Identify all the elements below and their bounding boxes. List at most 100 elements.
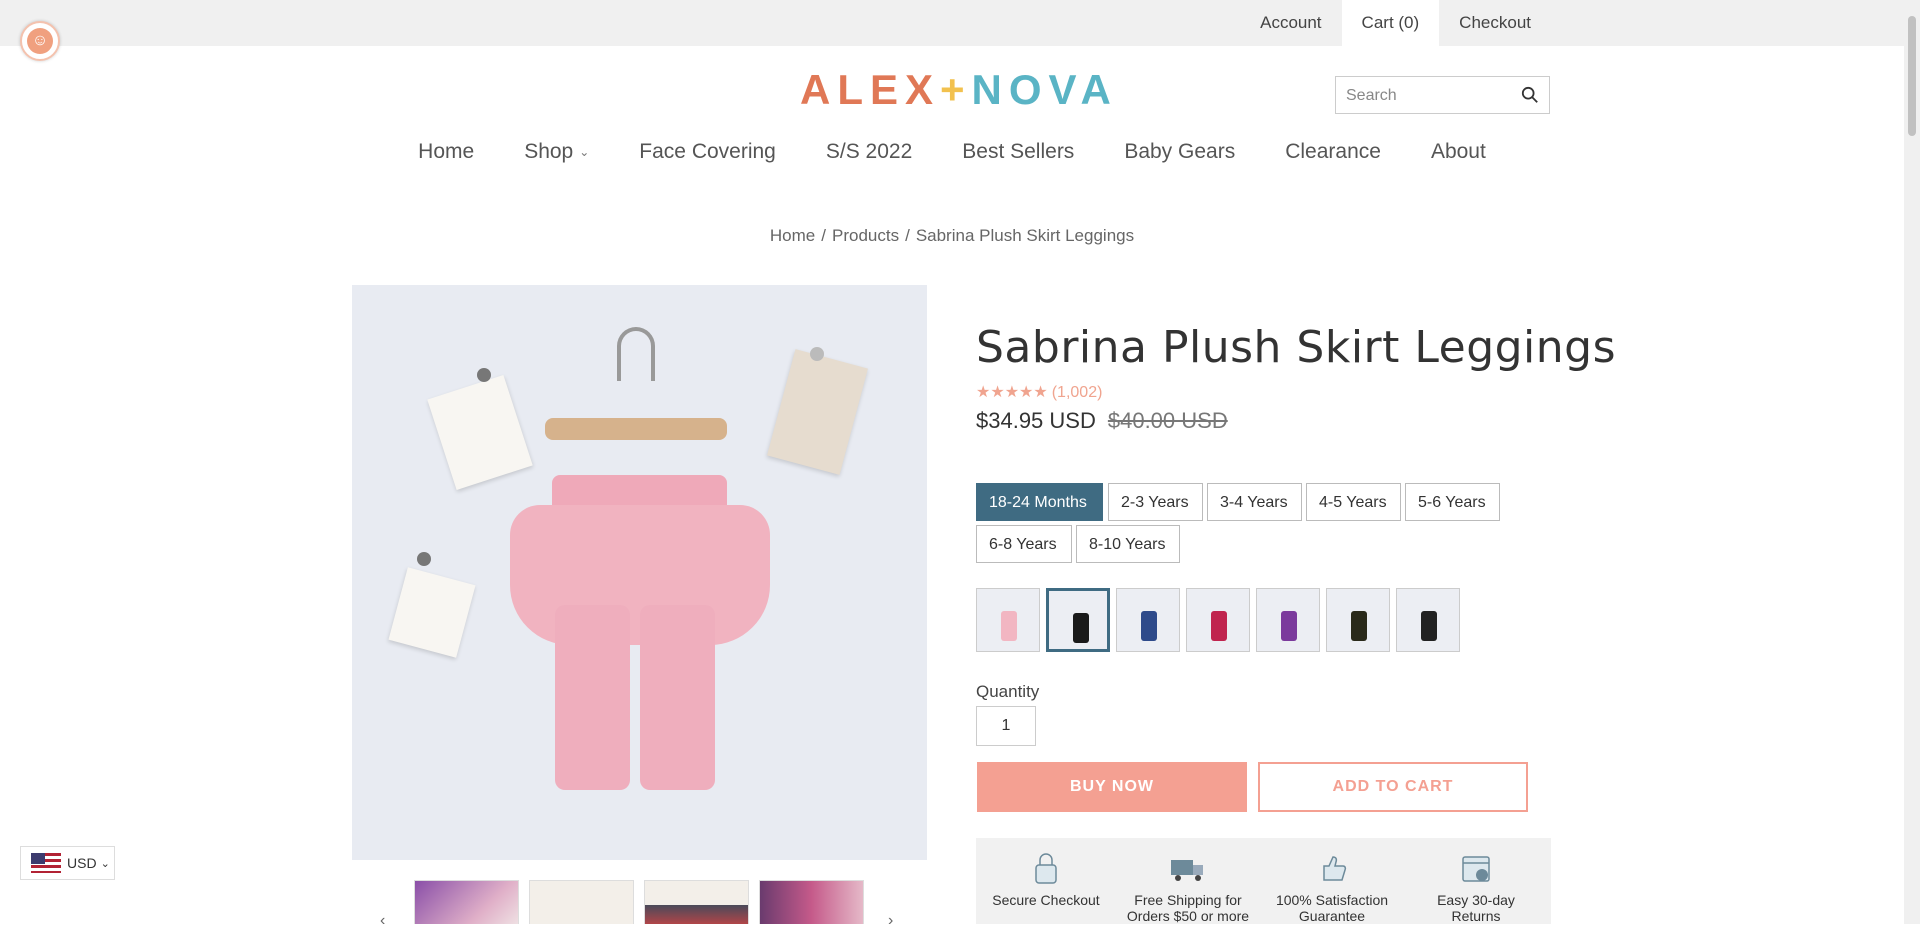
pin	[477, 368, 491, 382]
breadcrumb: Home / Products / Sabrina Plush Skirt Leggin…	[0, 226, 1904, 246]
page-scrollbar[interactable]	[1904, 0, 1920, 924]
breadcrumb-current: Sabrina Plush Skirt Leggings	[915, 226, 1135, 245]
thumbnail-strip	[372, 880, 892, 924]
account-link[interactable]: Account	[1240, 0, 1341, 46]
currency-code: USD	[67, 855, 97, 871]
size-option[interactable]: 4-5 Years	[1306, 483, 1401, 521]
nav-shop[interactable]: Shop ⌄	[524, 140, 589, 164]
main-nav: Home Shop ⌄ Face Covering S/S 2022 Best S…	[0, 140, 1904, 164]
breadcrumb-products[interactable]: Products	[832, 226, 899, 245]
thumbnail[interactable]	[759, 880, 864, 924]
quantity-label: Quantity	[976, 682, 1040, 701]
trust-item: 100% Satisfaction Guarantee	[1262, 848, 1402, 924]
trust-line1: Easy 30-day	[1437, 892, 1515, 908]
logo-plus: +	[940, 66, 972, 113]
pin	[417, 552, 431, 566]
nav-best-sellers[interactable]: Best Sellers	[962, 140, 1074, 164]
add-to-cart-button[interactable]: ADD TO CART	[1258, 762, 1528, 812]
breadcrumb-sep: /	[905, 226, 910, 245]
nav-ss-2022[interactable]: S/S 2022	[826, 140, 912, 164]
search-input[interactable]: Search	[1335, 76, 1550, 114]
swatch-preview	[1351, 611, 1367, 641]
quantity-input[interactable]: 1	[976, 706, 1036, 746]
trust-line2: Guarantee	[1298, 908, 1366, 924]
hanger-hook	[617, 327, 655, 381]
trust-line1: Secure Checkout	[992, 892, 1100, 908]
truck-icon	[1171, 860, 1203, 881]
trust-item: Secure Checkout	[976, 848, 1116, 908]
hanger-bar	[545, 418, 727, 440]
price: $34.95 USD $40.00 USD	[976, 408, 1228, 434]
swatch-preview	[1211, 611, 1227, 641]
top-bar: Account Cart (0) Checkout	[0, 0, 1904, 46]
nav-face-covering[interactable]: Face Covering	[639, 140, 776, 164]
decor-card-text	[427, 374, 533, 491]
nav-home[interactable]: Home	[418, 140, 474, 164]
color-swatch[interactable]	[1186, 588, 1250, 652]
color-swatch[interactable]	[976, 588, 1040, 652]
cart-link[interactable]: Cart (0)	[1341, 0, 1440, 46]
color-swatch[interactable]	[1256, 588, 1320, 652]
trust-line1: 100% Satisfaction	[1275, 892, 1389, 908]
product-title: Sabrina Plush Skirt Leggings	[976, 322, 1617, 373]
pin	[810, 347, 824, 361]
thumbs-up-icon	[1323, 856, 1347, 881]
breadcrumb-sep: /	[821, 226, 826, 245]
color-swatch[interactable]	[1116, 588, 1180, 652]
trust-badges: Secure Checkout Free Shipping for Orders…	[976, 838, 1551, 924]
size-option[interactable]: 3-4 Years	[1207, 483, 1302, 521]
nav-baby-gears[interactable]: Baby Gears	[1124, 140, 1235, 164]
swatch-preview	[1141, 611, 1157, 641]
logo-part1: ALEX	[800, 66, 941, 113]
logo-part2: NOVA	[971, 66, 1118, 113]
product-main-image[interactable]	[352, 285, 927, 860]
search-icon[interactable]	[1521, 86, 1539, 104]
swatch-preview	[1421, 611, 1437, 641]
trust-item: Free Shipping for Orders $50 or more	[1118, 848, 1258, 924]
checkout-link[interactable]: Checkout	[1439, 0, 1551, 46]
current-price: $34.95 USD	[976, 408, 1096, 433]
decor-card-bear	[388, 567, 476, 658]
breadcrumb-home[interactable]: Home	[770, 226, 815, 245]
accessibility-icon: ☺	[27, 28, 53, 54]
trust-line2: Returns	[1451, 908, 1501, 924]
review-count: (1,002)	[1051, 384, 1103, 401]
rating[interactable]: ★★★★★ (1,002)	[976, 382, 1102, 402]
thumb-next-arrow[interactable]: ›	[888, 912, 893, 930]
site-logo[interactable]: ALEX+NOVA	[800, 66, 1111, 114]
swatch-preview	[1001, 611, 1017, 641]
color-swatch[interactable]	[1046, 588, 1110, 652]
lock-icon	[1035, 853, 1057, 884]
scrollbar-thumb[interactable]	[1908, 16, 1916, 136]
us-flag-icon	[31, 853, 61, 873]
color-swatch[interactable]	[1396, 588, 1460, 652]
color-swatch[interactable]	[1326, 588, 1390, 652]
size-option[interactable]: 18-24 Months	[976, 483, 1103, 521]
nav-about[interactable]: About	[1431, 140, 1486, 164]
trust-line2: Orders $50 or more	[1126, 908, 1250, 924]
calendar-icon	[1462, 856, 1490, 882]
buy-now-button[interactable]: BUY NOW	[977, 762, 1247, 812]
nav-clearance[interactable]: Clearance	[1285, 140, 1381, 164]
trust-item: Easy 30-day Returns	[1406, 848, 1546, 924]
swatch-preview	[1281, 611, 1297, 641]
size-option[interactable]: 6-8 Years	[976, 525, 1072, 563]
rating-stars: ★★★★★	[976, 384, 1048, 401]
chevron-down-icon: ⌄	[100, 857, 110, 870]
thumbnail[interactable]	[414, 880, 519, 924]
size-option[interactable]: 8-10 Years	[1076, 525, 1180, 563]
currency-selector[interactable]: USD ⌄	[20, 846, 115, 880]
swatch-preview	[1073, 613, 1089, 643]
trust-line1: Free Shipping for	[1134, 892, 1242, 908]
search-placeholder: Search	[1346, 87, 1397, 104]
size-option[interactable]: 5-6 Years	[1405, 483, 1500, 521]
nav-shop-label: Shop	[524, 140, 574, 163]
decor-card-photo	[767, 349, 868, 475]
leggings-leg-right	[640, 605, 715, 790]
thumbnail[interactable]	[644, 880, 749, 924]
compare-price: $40.00 USD	[1107, 408, 1228, 433]
accessibility-button[interactable]: ☺	[20, 21, 60, 61]
size-option[interactable]: 2-3 Years	[1108, 483, 1203, 521]
thumbnail[interactable]	[529, 880, 634, 924]
chevron-down-icon: ⌄	[579, 145, 590, 159]
